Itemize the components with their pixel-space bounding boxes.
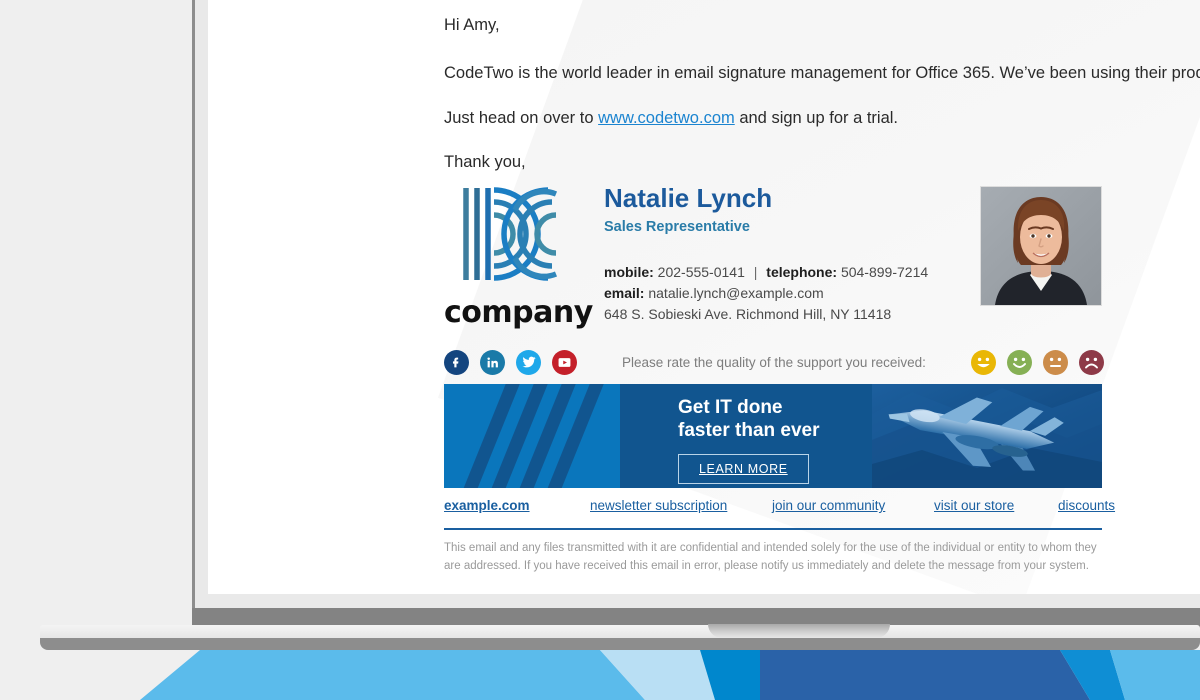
email-closing: Thank you, [444, 153, 526, 172]
signature-contact-block: mobile: 202-555-0141 | telephone: 504-89… [604, 262, 980, 325]
email-greeting: Hi Amy, [444, 16, 500, 34]
banner-image-panel [872, 384, 1102, 488]
laptop-mockup: Hi Amy, CodeTwo is the world leader in e… [0, 0, 1200, 700]
laptop-trackpad-notch [708, 624, 890, 638]
face-neutral-icon[interactable] [1043, 349, 1068, 375]
footer-link-join-our-community[interactable]: join our community [772, 498, 934, 513]
face-sad-glyph [1085, 357, 1098, 368]
mobile-value[interactable]: 202-555-0141 [658, 264, 745, 280]
email-body: Hi Amy, CodeTwo is the world leader in e… [444, 0, 1200, 174]
contact-address-row: 648 S. Sobieski Ave. Richmond Hill, NY 1… [604, 305, 892, 322]
footer-link-visit-our-store[interactable]: visit our store [934, 498, 1058, 513]
contact-separator: | [753, 263, 758, 280]
email-paragraph-2-prefix: Just head on over to [444, 108, 599, 127]
facebook-icon[interactable] [444, 349, 469, 375]
face-very-happy-glyph [977, 357, 990, 367]
linkedin-icon[interactable] [480, 349, 505, 375]
signature-info-column: Natalie Lynch Sales Representative mobil… [594, 178, 980, 325]
learn-more-button[interactable]: LEARN MORE [678, 453, 809, 484]
footer-link-discounts[interactable]: discounts [1058, 498, 1115, 513]
promo-banner[interactable]: Get IT done faster than ever LEARN MORE [444, 384, 1102, 488]
linkedin-glyph [487, 356, 498, 367]
email-paragraph-2: Just head on over to www.codetwo.com and… [444, 107, 1104, 130]
footer-link-newsletter[interactable]: newsletter subscription [590, 498, 772, 513]
footer-link-example-com[interactable]: example.com [444, 498, 590, 513]
email-label: email: [604, 284, 645, 301]
laptop-bezel-edge [192, 0, 195, 610]
fighter-jet-photo [872, 384, 1102, 488]
face-sad-icon[interactable] [1079, 349, 1104, 375]
portrait-photo [981, 187, 1101, 305]
signature-photo-column [980, 178, 1104, 306]
laptop-base-lip [40, 638, 1200, 650]
contact-phones-row: mobile: 202-555-0141 | telephone: 504-89… [604, 262, 980, 283]
signature-name: Natalie Lynch [604, 183, 773, 213]
laptop-screen: Hi Amy, CodeTwo is the world leader in e… [208, 0, 1200, 594]
email-value[interactable]: natalie.lynch@example.com [648, 285, 823, 301]
social-and-rating-row: Please rate the quality of the support y… [444, 344, 1104, 380]
signature-job-title: Sales Representative [604, 218, 750, 235]
company-logo-icon [463, 187, 558, 281]
codetwo-link[interactable]: www.codetwo.com [598, 109, 735, 127]
email-paragraph-1-text: CodeTwo is the world leader in email sig… [444, 63, 1200, 82]
legal-disclaimer: This email and any files transmitted wit… [444, 542, 1097, 572]
mobile-label: mobile: [604, 263, 654, 280]
face-very-happy-icon[interactable] [971, 349, 996, 375]
rating-faces [971, 349, 1104, 375]
company-wordmark: company [444, 295, 593, 330]
signature-logo-column: company [444, 178, 594, 330]
face-happy-icon[interactable] [1007, 349, 1032, 375]
facebook-glyph [452, 357, 459, 367]
email-paragraph-2-suffix: and sign up for a trial. [734, 108, 899, 127]
banner-text-block: Get IT done faster than ever LEARN MORE [678, 397, 820, 484]
footer-divider [444, 528, 1102, 530]
footer-links: example.com newsletter subscription join… [444, 498, 1115, 513]
rating-prompt: Please rate the quality of the support y… [622, 354, 926, 370]
email-paragraph-1: CodeTwo is the world leader in email sig… [444, 62, 1200, 85]
face-happy-glyph [1013, 357, 1026, 368]
youtube-glyph [558, 357, 571, 367]
telephone-label: telephone: [766, 263, 838, 280]
banner-headline-line1: Get IT done [678, 397, 783, 418]
banner-left-panel [444, 384, 620, 488]
twitter-glyph [522, 356, 536, 368]
face-neutral-glyph [1049, 357, 1062, 367]
contact-email-row: email: natalie.lynch@example.com [604, 283, 980, 304]
email-signature: company Natalie Lynch Sales Representati… [444, 178, 1104, 330]
twitter-icon[interactable] [516, 349, 541, 375]
signature-top-row: company Natalie Lynch Sales Representati… [444, 178, 1104, 330]
banner-headline-line2: faster than ever [678, 419, 820, 441]
avatar [980, 186, 1102, 306]
telephone-value[interactable]: 504-899-7214 [841, 264, 928, 280]
youtube-icon[interactable] [552, 349, 577, 375]
